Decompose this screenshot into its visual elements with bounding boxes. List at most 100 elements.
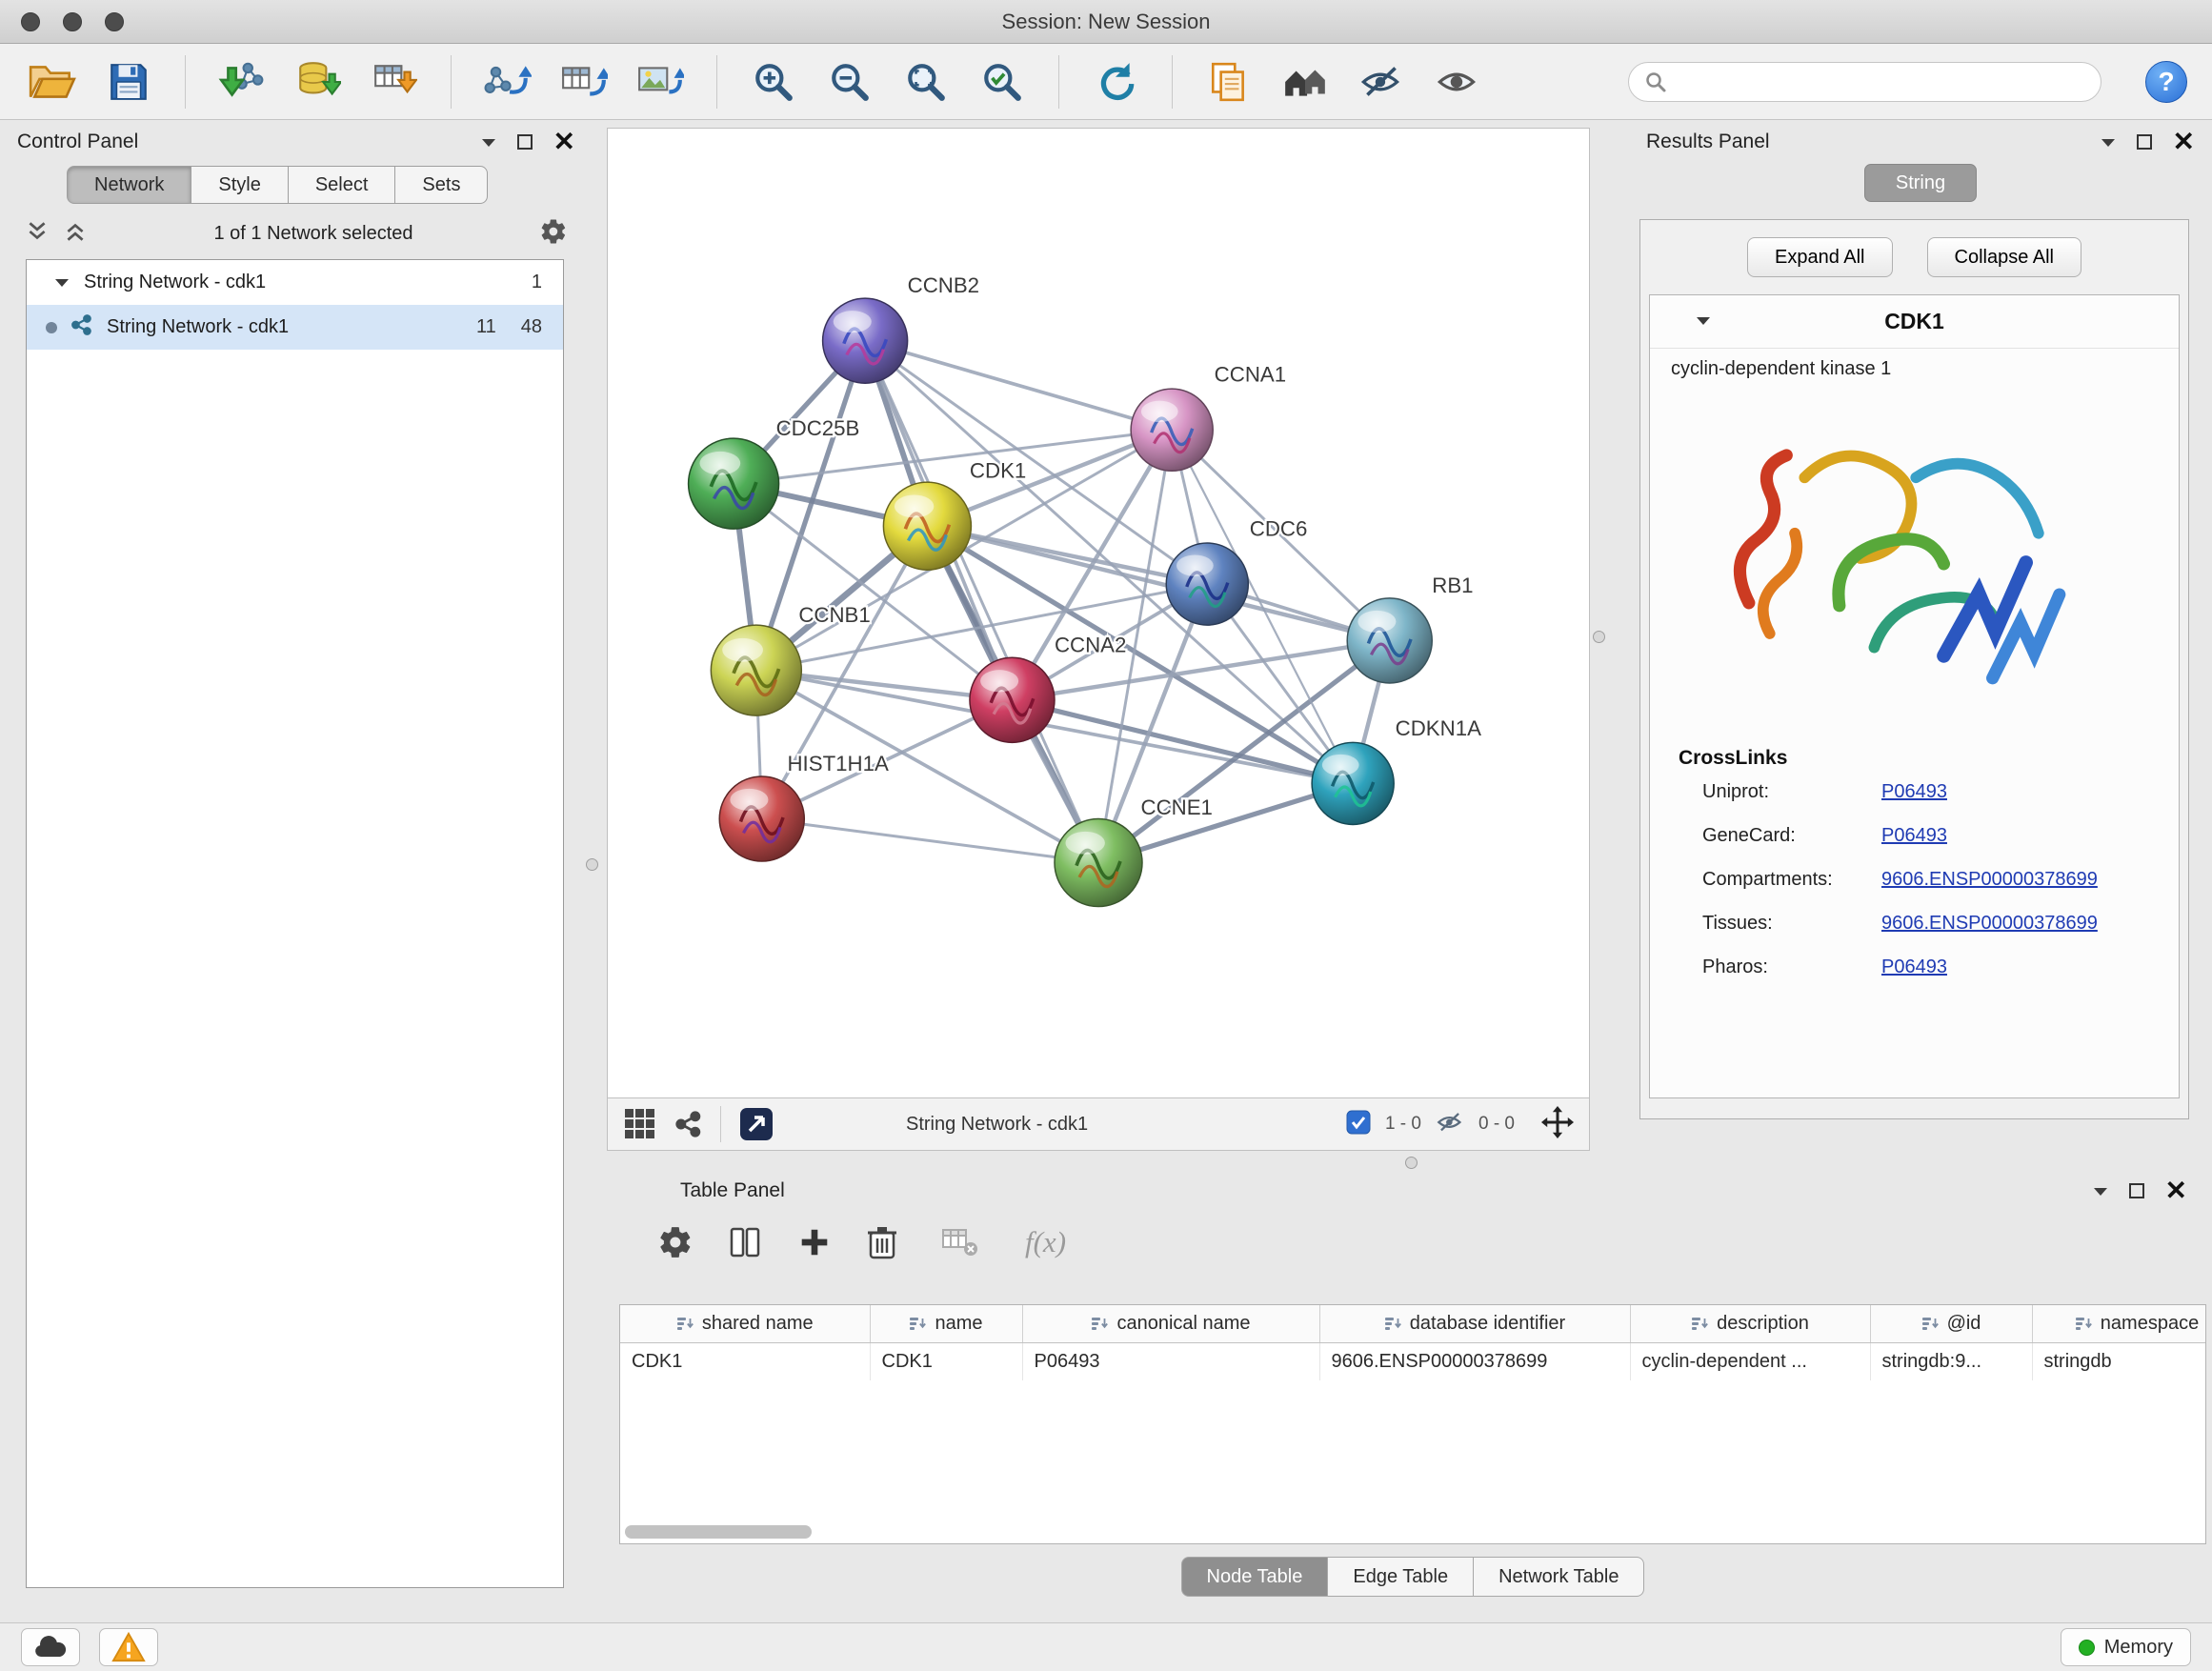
open-session-button[interactable]: [25, 54, 80, 110]
crosslink-link[interactable]: 9606.ENSP00000378699: [1881, 913, 2098, 935]
minimize-window-button[interactable]: [63, 12, 82, 31]
export-view-button[interactable]: [738, 1106, 774, 1142]
network-node-HIST1H1A[interactable]: [719, 776, 804, 861]
import-network-from-database-button[interactable]: [291, 54, 346, 110]
network-row[interactable]: String Network - cdk1 11 48: [27, 305, 563, 350]
zoom-out-button[interactable]: [822, 54, 877, 110]
tab-style[interactable]: Style: [191, 166, 288, 204]
network-node-CCNA1[interactable]: [1131, 389, 1213, 471]
tab-sets[interactable]: Sets: [394, 166, 488, 204]
expand-all-button[interactable]: Expand All: [1747, 237, 1893, 277]
create-column-button[interactable]: [796, 1224, 833, 1260]
crosslink-link[interactable]: P06493: [1881, 956, 1947, 978]
tab-node-table[interactable]: Node Table: [1181, 1557, 1329, 1597]
tab-network-table[interactable]: Network Table: [1473, 1557, 1644, 1597]
network-canvas[interactable]: CCNB2CCNA1CDC25BCDK1CDC6RB1CCNB1CCNA2CDK…: [607, 128, 1590, 1098]
collapse-all-icon[interactable]: [25, 219, 50, 249]
results-panel-menu-icon[interactable]: [2101, 137, 2116, 148]
warnings-button[interactable]: [99, 1628, 158, 1666]
network-node-CCNB1[interactable]: [711, 625, 801, 715]
results-panel-close-icon[interactable]: ✕: [2173, 129, 2195, 155]
expand-all-icon[interactable]: [63, 219, 88, 249]
export-table-button[interactable]: [556, 54, 612, 110]
show-all-button[interactable]: [1430, 54, 1485, 110]
table-row[interactable]: CDK1CDK1P064939606.ENSP00000378699cyclin…: [620, 1342, 2206, 1380]
column-header-namespace[interactable]: namespace: [2032, 1305, 2206, 1342]
help-button[interactable]: ?: [2145, 61, 2187, 103]
network-graph[interactable]: CCNB2CCNA1CDC25BCDK1CDC6RB1CCNB1CCNA2CDK…: [608, 129, 1589, 1097]
network-node-CCNE1[interactable]: [1055, 819, 1142, 907]
table-panel-close-icon[interactable]: ✕: [2165, 1178, 2187, 1204]
copy-document-button[interactable]: [1201, 54, 1257, 110]
protein-caret-icon[interactable]: [1696, 313, 1711, 331]
network-node-CDC6[interactable]: [1166, 543, 1248, 625]
zoom-selected-button[interactable]: [975, 54, 1030, 110]
right-splitter-handle[interactable]: [1593, 631, 1605, 643]
column-header-canonical-name[interactable]: canonical name: [1022, 1305, 1319, 1342]
network-edge-CCNB2-CCNA1[interactable]: [865, 341, 1172, 431]
close-window-button[interactable]: [21, 12, 40, 31]
show-columns-button[interactable]: [726, 1223, 764, 1261]
column-header-shared-name[interactable]: shared name: [620, 1305, 870, 1342]
protein-header[interactable]: CDK1: [1650, 295, 2179, 349]
column-header-id[interactable]: @id: [1870, 1305, 2032, 1342]
horizontal-splitter-handle[interactable]: [1405, 1157, 1418, 1169]
delete-table-button[interactable]: [941, 1226, 979, 1258]
network-node-CCNB2[interactable]: [823, 298, 908, 383]
table-settings-button[interactable]: [657, 1224, 694, 1260]
delete-column-button[interactable]: [865, 1223, 899, 1261]
table-panel-menu-icon[interactable]: [2093, 1186, 2108, 1197]
network-edge-CCNB2-CCNE1[interactable]: [865, 341, 1098, 863]
column-header-database-identifier[interactable]: database identifier: [1319, 1305, 1630, 1342]
network-node-CDKN1A[interactable]: [1312, 742, 1394, 824]
network-edge-CCNE1-HIST1H1A[interactable]: [762, 819, 1098, 863]
zoom-fit-button[interactable]: [898, 54, 954, 110]
crosslink-link[interactable]: P06493: [1881, 781, 1947, 803]
crosslink-link[interactable]: P06493: [1881, 825, 1947, 847]
refresh-view-button[interactable]: [1088, 54, 1143, 110]
save-session-button[interactable]: [101, 54, 156, 110]
import-network-from-file-button[interactable]: [214, 54, 270, 110]
column-header-description[interactable]: description: [1630, 1305, 1870, 1342]
hidden-eye-icon[interactable]: [1435, 1110, 1465, 1139]
table-panel-float-icon[interactable]: [2129, 1183, 2144, 1198]
hide-elements-button[interactable]: [1354, 54, 1409, 110]
function-builder-icon[interactable]: f(x): [1025, 1225, 1066, 1259]
export-image-button[interactable]: [633, 54, 688, 110]
network-node-CDK1[interactable]: [883, 482, 971, 570]
homes-button[interactable]: [1277, 54, 1333, 110]
tab-string[interactable]: String: [1864, 164, 1977, 202]
table-horizontal-scrollbar[interactable]: [625, 1525, 2201, 1539]
collapse-all-button[interactable]: Collapse All: [1927, 237, 2082, 277]
tab-edge-table[interactable]: Edge Table: [1327, 1557, 1474, 1597]
move-crosshair-icon[interactable]: [1541, 1106, 1574, 1143]
scrollbar-thumb[interactable]: [625, 1525, 812, 1539]
control-panel-float-icon[interactable]: [517, 134, 533, 150]
zoom-out-icon: [828, 60, 872, 104]
tree-caret-icon[interactable]: [55, 272, 69, 293]
export-network-button[interactable]: [480, 54, 535, 110]
grid-view-button[interactable]: [623, 1107, 657, 1141]
results-panel-float-icon[interactable]: [2137, 134, 2152, 150]
birdseye-view-button[interactable]: [674, 1110, 703, 1138]
gear-icon[interactable]: [539, 217, 568, 251]
zoom-in-button[interactable]: [746, 54, 801, 110]
tab-select[interactable]: Select: [288, 166, 396, 204]
crosslink-link[interactable]: 9606.ENSP00000378699: [1881, 869, 2098, 891]
network-node-CCNA2[interactable]: [970, 657, 1055, 742]
selected-checkbox-icon[interactable]: [1345, 1109, 1372, 1140]
control-panel-close-icon[interactable]: ✕: [553, 129, 575, 155]
tab-network[interactable]: Network: [67, 166, 191, 204]
control-panel-menu-icon[interactable]: [481, 137, 496, 148]
network-node-RB1[interactable]: [1347, 598, 1432, 683]
search-box[interactable]: [1628, 62, 2101, 102]
network-collection-row[interactable]: String Network - cdk1 1: [27, 260, 563, 305]
left-splitter-handle[interactable]: [586, 858, 598, 871]
import-table-from-file-button[interactable]: [367, 54, 422, 110]
zoom-window-button[interactable]: [105, 12, 124, 31]
network-node-CDC25B[interactable]: [689, 438, 779, 529]
search-input[interactable]: [1677, 70, 2085, 92]
memory-button[interactable]: Memory: [2061, 1628, 2191, 1666]
cloud-button[interactable]: [21, 1628, 80, 1666]
column-header-name[interactable]: name: [870, 1305, 1022, 1342]
